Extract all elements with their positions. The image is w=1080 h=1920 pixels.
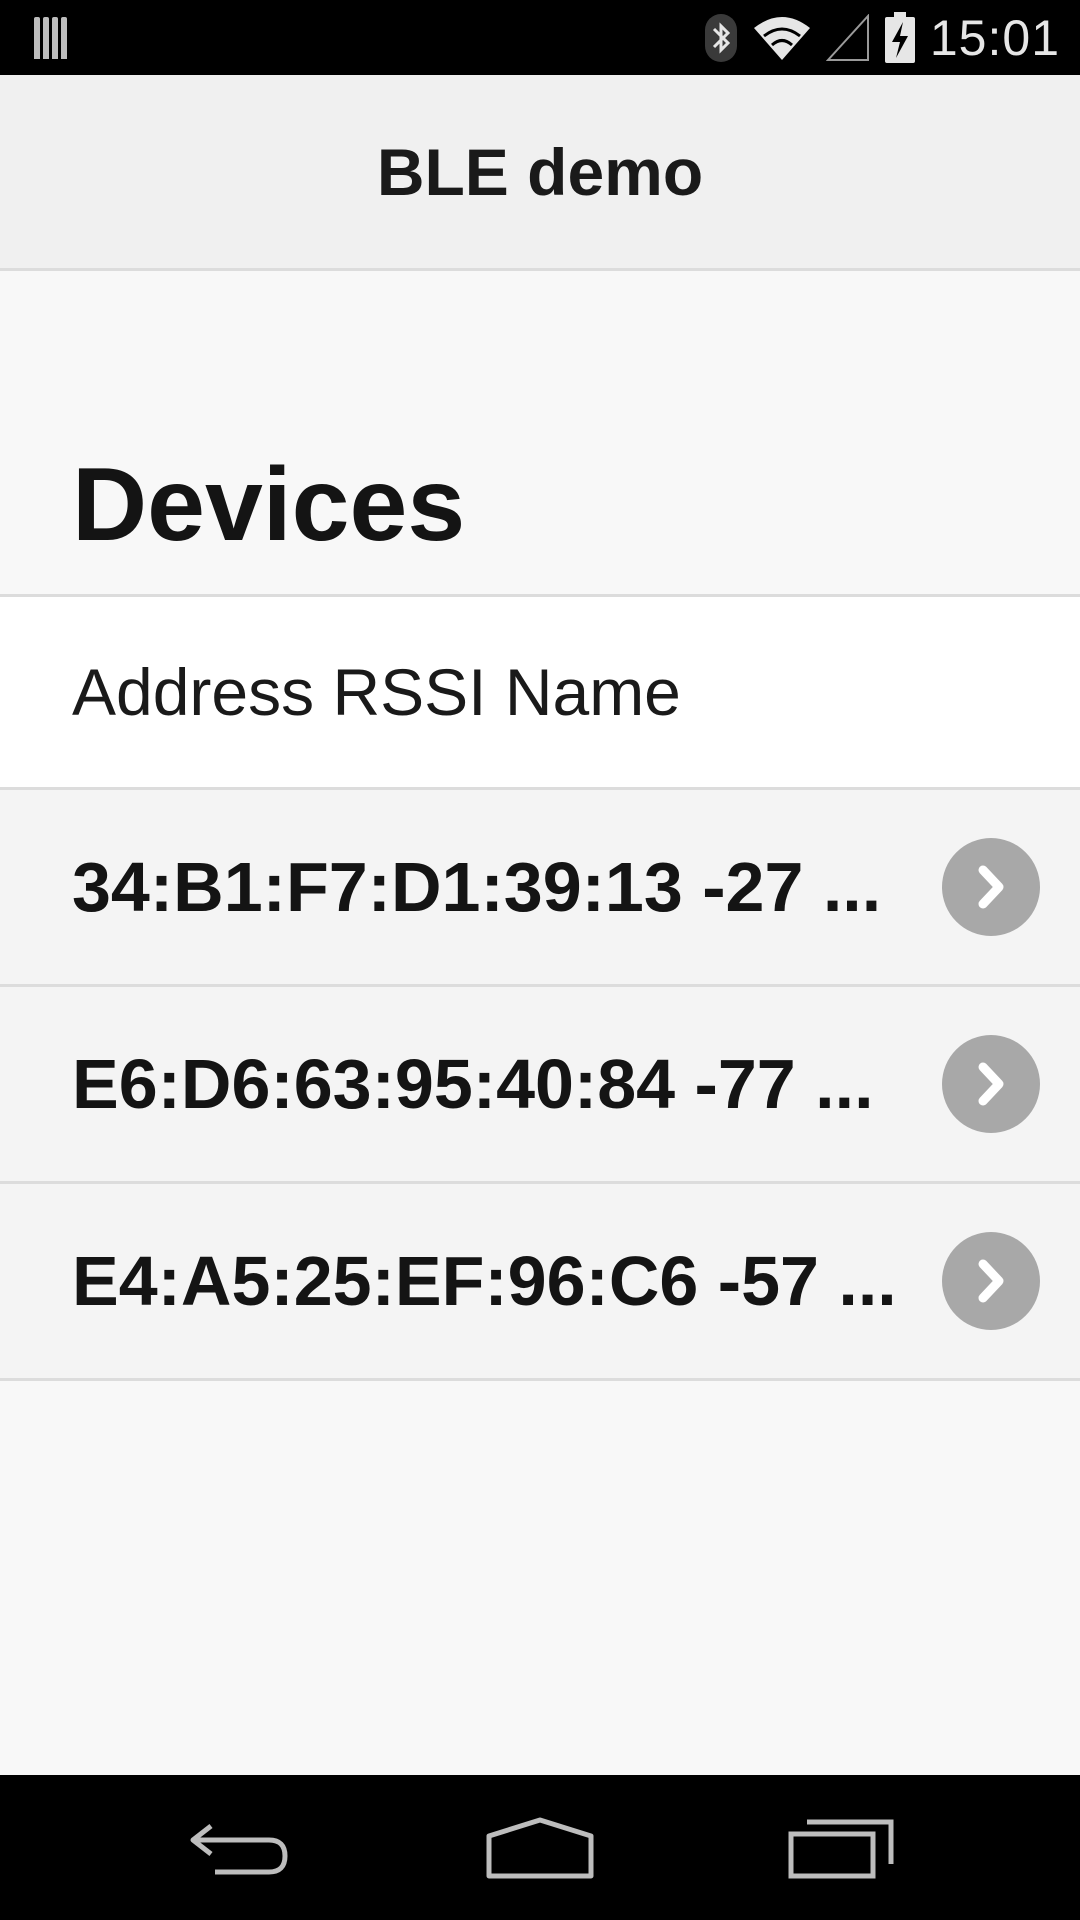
device-label: 34:B1:F7:D1:39:13 -27 ...	[72, 848, 882, 926]
wifi-icon	[752, 14, 812, 62]
battery-charging-icon	[884, 12, 916, 64]
device-row[interactable]: E6:D6:63:95:40:84 -77 ...	[0, 987, 1080, 1184]
action-bar: BLE demo	[0, 75, 1080, 271]
home-icon[interactable]	[470, 1803, 610, 1893]
recents-icon[interactable]	[772, 1803, 912, 1893]
bluetooth-icon	[704, 13, 738, 63]
list-header: Address RSSI Name	[0, 594, 1080, 790]
app-title: BLE demo	[376, 134, 704, 209]
navigation-bar	[0, 1775, 1080, 1920]
device-row[interactable]: E4:A5:25:EF:96:C6 -57 ...	[0, 1184, 1080, 1381]
notification-bars-icon	[34, 14, 72, 59]
status-bar: 15:01	[0, 0, 1080, 75]
device-label: E4:A5:25:EF:96:C6 -57 ...	[72, 1242, 897, 1320]
column-header-label: Address RSSI Name	[72, 655, 681, 729]
back-icon[interactable]	[170, 1803, 310, 1893]
status-time: 15:01	[929, 10, 1060, 66]
device-list: 34:B1:F7:D1:39:13 -27 ... E6:D6:63:95:40…	[0, 790, 1080, 1381]
status-icons: 15:01	[704, 8, 1060, 68]
section-title: Devices	[72, 447, 466, 563]
cell-signal-icon	[825, 14, 870, 62]
device-label: E6:D6:63:95:40:84 -77 ...	[72, 1045, 874, 1123]
chevron-right-icon[interactable]	[942, 838, 1040, 936]
chevron-right-icon[interactable]	[942, 1035, 1040, 1133]
screen: 15:01 BLE demo Devices Address RSSI Name…	[0, 0, 1080, 1920]
chevron-right-icon[interactable]	[942, 1232, 1040, 1330]
device-row[interactable]: 34:B1:F7:D1:39:13 -27 ...	[0, 790, 1080, 987]
